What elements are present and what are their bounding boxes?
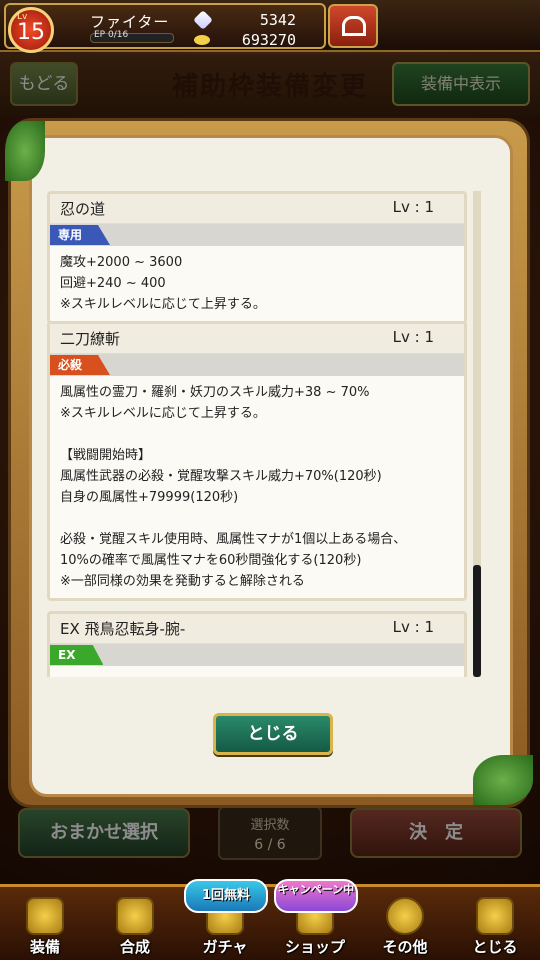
gear-icon	[386, 897, 424, 935]
nav-equipment[interactable]: 装備	[0, 887, 90, 960]
ep-text: EP 0/16	[94, 30, 128, 40]
nav-shop[interactable]: キャンペーン中 ショップ	[270, 879, 360, 960]
nav-close[interactable]: とじる	[450, 887, 540, 960]
mailbox-button[interactable]	[328, 4, 378, 48]
ep-value: 0/16	[108, 30, 129, 40]
campaign-badge: キャンペーン中	[274, 879, 358, 913]
skill-name: 忍の道	[60, 200, 106, 218]
skill-line: 回避+240 ~ 400	[60, 276, 166, 291]
skill-line: 風属性武器の必殺・覚醒攻撃スキル威力+70%(120秒)	[60, 469, 382, 484]
coin-count: 693270	[241, 31, 296, 49]
coin-icon	[194, 35, 210, 45]
skill-header: 二刀繚斬 Lv : 1	[50, 324, 464, 354]
nav-label: 装備	[29, 938, 60, 956]
skill-detail-modal: 忍の道 Lv : 1 専用 魔攻+2000 ~ 3600 回避+240 ~ 40…	[5, 118, 533, 808]
skill-line: 自身の風属性+79999(120秒)	[60, 490, 239, 505]
skill-type-band: EX	[50, 644, 464, 666]
skill-line: 【戦闘開始時】	[60, 448, 152, 463]
level-value: 15	[17, 20, 45, 45]
skill-line: ※一部同様の効果を発動すると解除される	[60, 574, 305, 589]
skill-name: 二刀繚斬	[60, 330, 121, 348]
skill-line: ※スキルレベルに応じて上昇する。	[60, 406, 266, 421]
skill-line: 風属性の霊刀・羅刹・妖刀のスキル威力+38 ~ 70%	[60, 385, 370, 400]
scrollbar-thumb[interactable]	[473, 565, 481, 677]
nav-synthesis[interactable]: 合成	[90, 887, 180, 960]
skill-type-tag: 必殺	[50, 355, 111, 375]
nav-label: その他	[382, 938, 428, 956]
book-icon	[342, 16, 366, 36]
skill-list[interactable]: 忍の道 Lv : 1 専用 魔攻+2000 ~ 3600 回避+240 ~ 40…	[47, 191, 467, 677]
bottom-nav: 装備 合成 1回無料 ガチャ キャンペーン中 ショップ その他 とじる	[0, 879, 540, 960]
nav-other[interactable]: その他	[360, 887, 450, 960]
skill-level: Lv : 1	[392, 328, 434, 346]
skill-description: 魔攻+2000 ~ 3600 回避+240 ~ 400 ※スキルレベルに応じて上…	[50, 246, 464, 321]
nav-label: 合成	[119, 938, 150, 956]
gem-count: 5342	[259, 11, 296, 29]
nav-label: ガチャ	[202, 938, 248, 956]
nav-label: とじる	[472, 938, 518, 956]
skill-type-band: 必殺	[50, 354, 464, 376]
skill-type-tag: EX	[50, 645, 104, 665]
hammer-icon	[116, 897, 154, 935]
player-panel[interactable]: Lv 15 ファイター EP 0/16 5342 693270	[4, 3, 326, 53]
ep-label: EP	[94, 30, 106, 40]
equipment-icon	[26, 897, 64, 935]
skill-card: 忍の道 Lv : 1 専用 魔攻+2000 ~ 3600 回避+240 ~ 40…	[47, 191, 467, 324]
skill-line: 魔攻+2000 ~ 3600	[60, 255, 183, 270]
level-badge: Lv 15	[8, 7, 54, 53]
skill-type-band: 専用	[50, 224, 464, 246]
free-draw-badge: 1回無料	[184, 879, 268, 913]
job-name: ファイター	[90, 13, 170, 31]
skill-line: 10%の確率で風属性マナを60秒間強化する(120秒)	[60, 553, 362, 568]
skill-level: Lv : 1	[392, 198, 434, 216]
skill-header: EX 飛鳥忍転身-腕- Lv : 1	[50, 614, 464, 644]
skill-name: EX 飛鳥忍転身-腕-	[60, 620, 186, 638]
skill-line: ※スキルレベルに応じて上昇する。	[60, 297, 266, 312]
skill-header: 忍の道 Lv : 1	[50, 194, 464, 224]
skill-line	[60, 508, 454, 529]
skill-description	[50, 666, 464, 677]
vine-decoration	[473, 755, 533, 805]
skill-line	[60, 424, 454, 445]
vine-decoration	[5, 121, 45, 181]
gem-icon	[193, 10, 213, 30]
status-bar: Lv 15 ファイター EP 0/16 5342 693270	[0, 0, 540, 53]
skill-description: 風属性の霊刀・羅刹・妖刀のスキル威力+38 ~ 70% ※スキルレベルに応じて上…	[50, 376, 464, 598]
skill-card: 二刀繚斬 Lv : 1 必殺 風属性の霊刀・羅刹・妖刀のスキル威力+38 ~ 7…	[47, 321, 467, 601]
close-modal-button[interactable]: とじる	[213, 713, 333, 755]
nav-label: ショップ	[284, 938, 345, 956]
skill-level: Lv : 1	[392, 618, 434, 636]
skill-line: 必殺・覚醒スキル使用時、風属性マナが1個以上ある場合、	[60, 532, 407, 547]
skill-card: EX 飛鳥忍転身-腕- Lv : 1 EX	[47, 611, 467, 677]
nav-gacha[interactable]: 1回無料 ガチャ	[180, 879, 270, 960]
screen: Lv 15 ファイター EP 0/16 5342 693270 もどる 補助枠装…	[0, 0, 540, 960]
close-statue-icon	[476, 897, 514, 935]
skill-type-tag: 専用	[50, 225, 111, 245]
